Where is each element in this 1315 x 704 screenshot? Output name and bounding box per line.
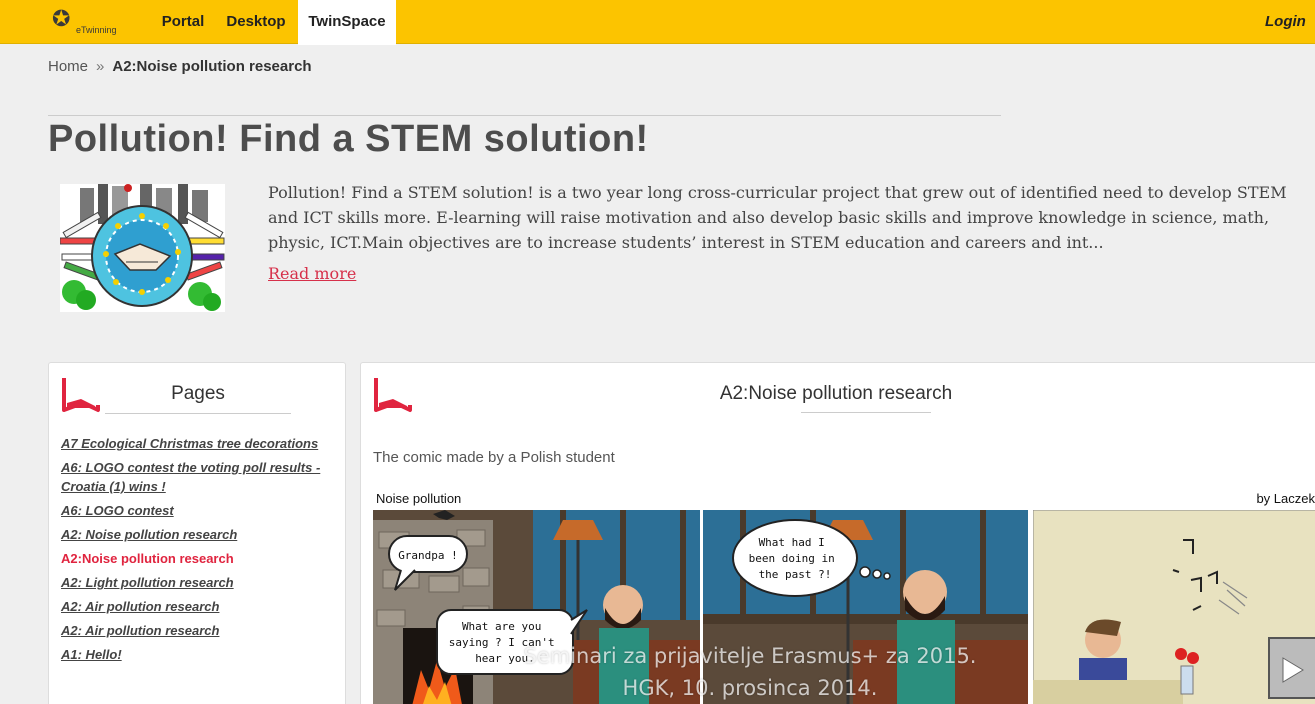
- project-logo-image: [60, 184, 225, 312]
- pages-flag-icon: [62, 378, 100, 412]
- main-page-title: A2:Noise pollution research: [719, 383, 953, 404]
- title-divider: [48, 115, 1001, 116]
- presentation-watermark: Seminari za prijavitelje Erasmus+ za 201…: [480, 640, 1020, 704]
- sidebar-item-a1-hello[interactable]: A1: Hello!: [61, 645, 331, 664]
- breadcrumb: Home » A2:Noise pollution research: [48, 58, 312, 75]
- read-more-link[interactable]: Read more: [268, 264, 356, 283]
- watermark-line-2: HGK, 10. prosinca 2014.: [622, 676, 878, 700]
- comic-bubble-2-line-1: What are you: [462, 620, 541, 633]
- sidebar-item-a2-light-pollution[interactable]: A2: Light pollution research: [61, 573, 331, 592]
- logo-text: eTwinning: [76, 25, 117, 35]
- sidebar-item-a6-logo-results[interactable]: A6: LOGO contest the voting poll results…: [61, 458, 331, 496]
- pages-title-divider: [105, 413, 291, 414]
- etwinning-logo-icon: ✪: [52, 7, 71, 32]
- breadcrumb-current: A2:Noise pollution research: [112, 58, 312, 75]
- nav-desktop[interactable]: Desktop: [220, 0, 292, 44]
- breadcrumb-separator: »: [96, 58, 105, 75]
- sidebar-item-a2-noise-pollution[interactable]: A2: Noise pollution research: [61, 525, 331, 544]
- comic-bubble-3-line-1: What had I: [759, 536, 825, 549]
- comic-bubble-1-text: Grandpa !: [398, 549, 458, 562]
- sidebar-item-a7-christmas[interactable]: A7 Ecological Christmas tree decorations: [61, 434, 331, 453]
- breadcrumb-home[interactable]: Home: [48, 58, 88, 75]
- nav-portal[interactable]: Portal: [152, 0, 214, 44]
- sidebar-item-a2-air-pollution-2[interactable]: A2: Air pollution research: [61, 621, 331, 640]
- pages-sidebar: Pages A7 Ecological Christmas tree decor…: [48, 362, 346, 704]
- sidebar-item-a2-air-pollution-1[interactable]: A2: Air pollution research: [61, 597, 331, 616]
- pages-list: A7 Ecological Christmas tree decorations…: [61, 434, 331, 669]
- comic-bubble-3-line-2: been doing in: [749, 552, 835, 565]
- watermark-line-1: Seminari za prijavitelje Erasmus+ za 201…: [523, 644, 977, 668]
- comic-panel-3: [1033, 510, 1315, 704]
- svg-text:What had I been doing in: What had I been doing in the past ?!: [749, 536, 842, 581]
- comic-bubble-3-line-3: the past ?!: [759, 568, 832, 581]
- top-navigation-bar: ✪ eTwinning Portal Desktop TwinSpace Log…: [0, 0, 1315, 45]
- page-title: Pollution! Find a STEM solution!: [48, 118, 649, 160]
- sidebar-item-a6-logo-contest[interactable]: A6: LOGO contest: [61, 501, 331, 520]
- etwinning-logo[interactable]: ✪ eTwinning: [48, 8, 138, 40]
- nav-twinspace[interactable]: TwinSpace: [298, 0, 396, 45]
- login-link[interactable]: Login: [1265, 0, 1315, 44]
- sidebar-item-a2-noise-pollution-active[interactable]: A2:Noise pollution research: [61, 549, 331, 568]
- comic-author: by Laczek: [1256, 491, 1315, 506]
- comic-caption: The comic made by a Polish student: [373, 449, 615, 466]
- project-description: Pollution! Find a STEM solution! is a tw…: [268, 183, 1287, 252]
- pages-title: Pages: [171, 383, 225, 404]
- page-flag-icon: [374, 378, 412, 412]
- main-title-divider: [801, 412, 931, 413]
- comic-name: Noise pollution: [376, 491, 462, 506]
